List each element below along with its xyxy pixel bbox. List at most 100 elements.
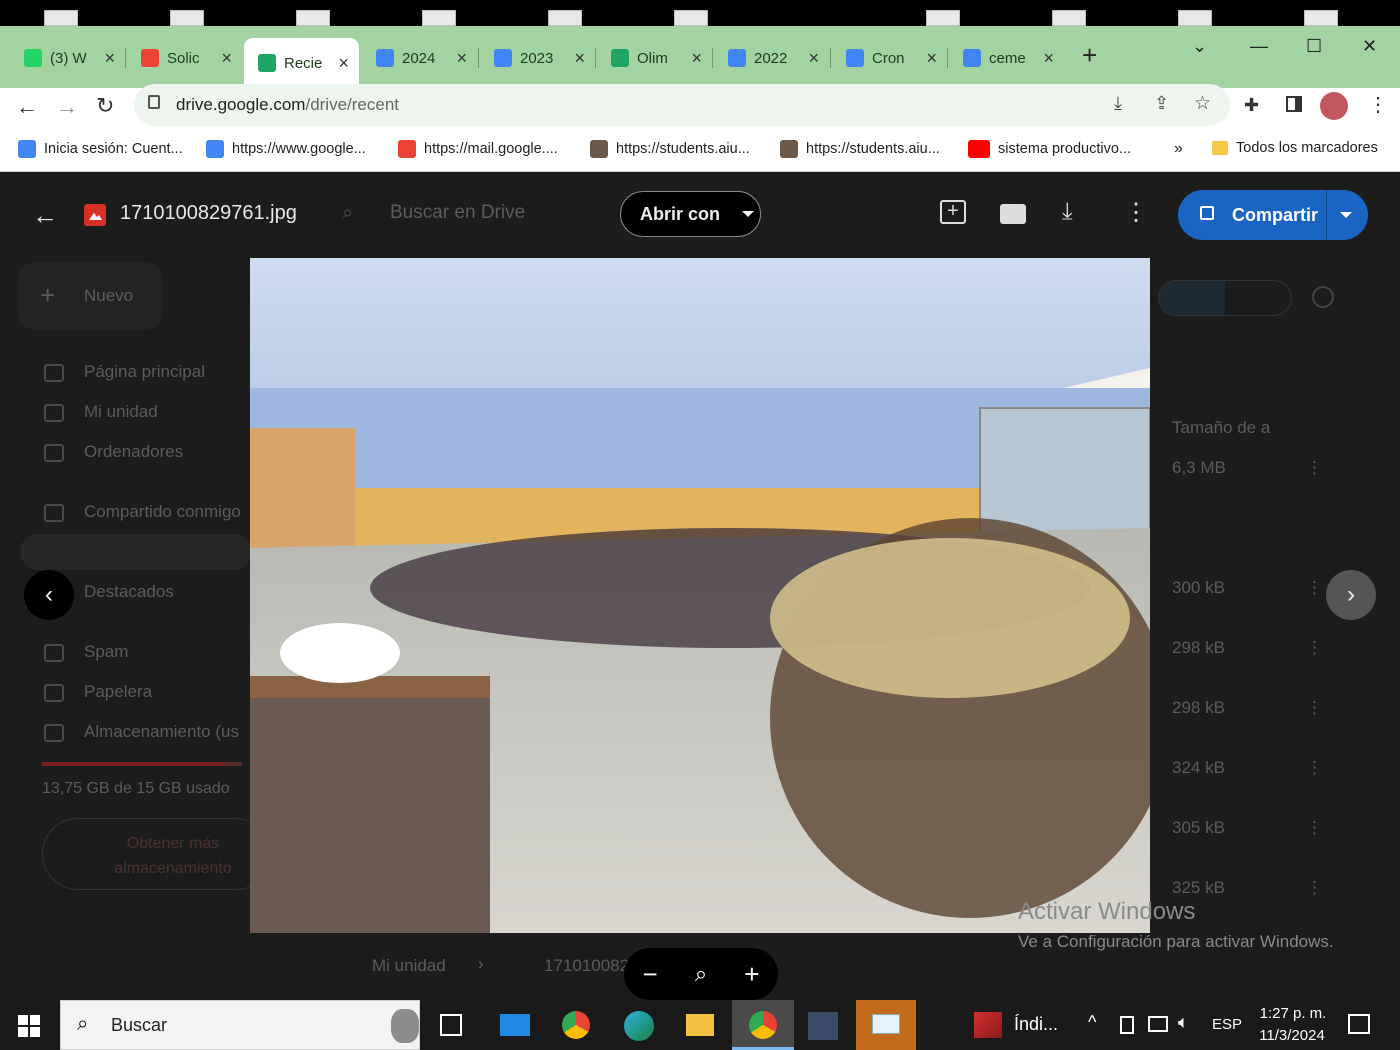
share-page-icon[interactable]: ⇪: [1154, 93, 1169, 114]
address-bar[interactable]: drive.google.com/drive/recent ⤓ ⇪ ☆: [134, 84, 1230, 126]
tab-8[interactable]: ceme ×: [949, 40, 1064, 76]
tab-4[interactable]: 2023 ×: [480, 40, 595, 76]
chart-app-icon[interactable]: [974, 1012, 1002, 1038]
aiu-icon: [590, 140, 608, 158]
add-comment-icon[interactable]: +: [940, 200, 966, 224]
device-icon[interactable]: [1120, 1016, 1134, 1034]
previous-arrow-icon[interactable]: ‹: [24, 570, 74, 620]
desktop-background: [0, 0, 1400, 26]
task-view-icon[interactable]: [440, 1014, 462, 1036]
desktop-file-icon[interactable]: [44, 10, 78, 26]
network-icon[interactable]: [1148, 1016, 1168, 1032]
app-taskbar-icon[interactable]: [808, 1012, 838, 1040]
taskbar-search-box[interactable]: ⌕ Buscar: [60, 1000, 420, 1050]
tab-close-icon[interactable]: ×: [926, 48, 937, 69]
tab-6[interactable]: 2022 ×: [714, 40, 829, 76]
storage-text: 13,75 GB de 15 GB usado: [42, 780, 230, 797]
bookmarks-overflow-button[interactable]: »: [1174, 140, 1183, 158]
start-windows-icon[interactable]: [18, 1015, 40, 1037]
list-view-icon: [1159, 281, 1225, 315]
desktop-file-icon[interactable]: [1052, 10, 1086, 26]
tab-close-icon[interactable]: ×: [691, 48, 702, 69]
desktop-file-icon[interactable]: [1178, 10, 1212, 26]
zoom-in-icon[interactable]: +: [744, 959, 759, 990]
chrome-taskbar-icon[interactable]: [562, 1011, 590, 1039]
bookmark-star-icon[interactable]: ☆: [1194, 92, 1211, 115]
clock-time[interactable]: 1:27 p. m.: [1258, 1005, 1328, 1022]
close-viewer-arrow-icon[interactable]: ←: [32, 200, 58, 231]
close-window-button[interactable]: ✕: [1362, 36, 1377, 57]
mail-app-icon[interactable]: [500, 1014, 530, 1036]
volume-icon[interactable]: 🔈︎: [1178, 1012, 1189, 1033]
tab-0[interactable]: (3) W ×: [10, 40, 125, 76]
tab-close-icon[interactable]: ×: [104, 48, 115, 69]
bookmark-item[interactable]: https://www.google...: [206, 140, 366, 158]
bookmark-item[interactable]: https://students.aiu...: [780, 140, 940, 158]
clock-date[interactable]: 11/3/2024: [1252, 1027, 1332, 1044]
reload-icon[interactable]: ↻: [96, 93, 114, 119]
tab-7[interactable]: Cron ×: [832, 40, 947, 76]
desktop-file-icon[interactable]: [548, 10, 582, 26]
share-dropdown-icon[interactable]: [1340, 212, 1352, 218]
tab-close-icon[interactable]: ×: [338, 53, 349, 74]
storage-bar: [42, 762, 242, 766]
tab-close-icon[interactable]: ×: [574, 48, 585, 69]
bookmark-item[interactable]: https://mail.google....: [398, 140, 558, 158]
all-bookmarks-button[interactable]: Todos los marcadores: [1212, 140, 1378, 156]
bookmark-item[interactable]: https://students.aiu...: [590, 140, 750, 158]
tab-close-icon[interactable]: ×: [456, 48, 467, 69]
tab-strip: (3) W × Solic × Recie × 2024 × 2023 × Olim × 2022 × Cr…: [0, 26, 1400, 88]
language-indicator[interactable]: ESP: [1212, 1016, 1242, 1033]
extensions-icon[interactable]: ✚: [1244, 95, 1259, 116]
url-text[interactable]: drive.google.com/drive/recent: [176, 95, 399, 115]
zoom-out-icon[interactable]: −: [643, 959, 658, 990]
tray-expand-icon[interactable]: ^: [1088, 1012, 1096, 1033]
next-arrow-icon[interactable]: ›: [1326, 570, 1376, 620]
new-tab-button[interactable]: +: [1082, 40, 1097, 71]
bookmark-item[interactable]: Inicia sesión: Cuent...: [18, 140, 183, 158]
minimize-button[interactable]: —: [1250, 36, 1268, 57]
edge-taskbar-icon[interactable]: [624, 1011, 654, 1041]
google-icon: [206, 140, 224, 158]
contact-card-icon: [872, 1014, 900, 1034]
tab-close-icon[interactable]: ×: [221, 48, 232, 69]
tab-label: 2024: [402, 49, 436, 67]
tab-3[interactable]: 2024 ×: [362, 40, 477, 76]
file-explorer-icon[interactable]: [686, 1014, 714, 1036]
desktop-file-icon[interactable]: [1304, 10, 1338, 26]
tab-search-icon[interactable]: ⌄: [1192, 36, 1207, 57]
tab-close-icon[interactable]: ×: [1043, 48, 1054, 69]
tab-5[interactable]: Olim ×: [597, 40, 712, 76]
gmail-icon: [398, 140, 416, 158]
desktop-file-icon[interactable]: [926, 10, 960, 26]
tab-close-icon[interactable]: ×: [808, 48, 819, 69]
indices-label[interactable]: Índi...: [1014, 1014, 1058, 1035]
chrome-active-taskbar-button[interactable]: [732, 1000, 794, 1050]
tab-label: Olim: [637, 49, 668, 67]
desktop-file-icon[interactable]: [674, 10, 708, 26]
back-arrow-icon[interactable]: ←: [16, 94, 38, 120]
share-button[interactable]: Compartir: [1178, 190, 1368, 240]
open-with-button[interactable]: Abrir con: [620, 191, 761, 237]
notifications-icon[interactable]: [1348, 1014, 1370, 1034]
more-options-icon[interactable]: ⋮: [1124, 198, 1148, 227]
nav-icon: [44, 724, 64, 742]
desktop-file-icon[interactable]: [422, 10, 456, 26]
tab-2[interactable]: Recie ×: [244, 38, 359, 88]
desktop-file-icon[interactable]: [296, 10, 330, 26]
side-panel-icon[interactable]: [1286, 96, 1302, 112]
download-icon[interactable]: ⤓: [1062, 198, 1073, 226]
maximize-button[interactable]: ☐: [1306, 36, 1322, 57]
lock-icon[interactable]: [148, 95, 160, 109]
tab-1[interactable]: Solic ×: [127, 40, 242, 76]
zoom-magnifier-icon[interactable]: ⌕: [695, 961, 707, 987]
print-icon[interactable]: [1000, 204, 1026, 224]
menu-kebab-icon[interactable]: ⋮: [1368, 92, 1388, 117]
bookmark-item[interactable]: sistema productivo...: [968, 140, 1131, 158]
contact-card-taskbar-button[interactable]: [856, 1000, 916, 1050]
install-app-icon[interactable]: ⤓: [1114, 93, 1122, 114]
desktop-file-icon[interactable]: [170, 10, 204, 26]
forward-arrow-icon[interactable]: →: [56, 94, 78, 120]
activation-watermark-subtitle: Ve a Configuración para activar Windows.: [1018, 932, 1334, 951]
profile-avatar[interactable]: [1320, 92, 1348, 120]
